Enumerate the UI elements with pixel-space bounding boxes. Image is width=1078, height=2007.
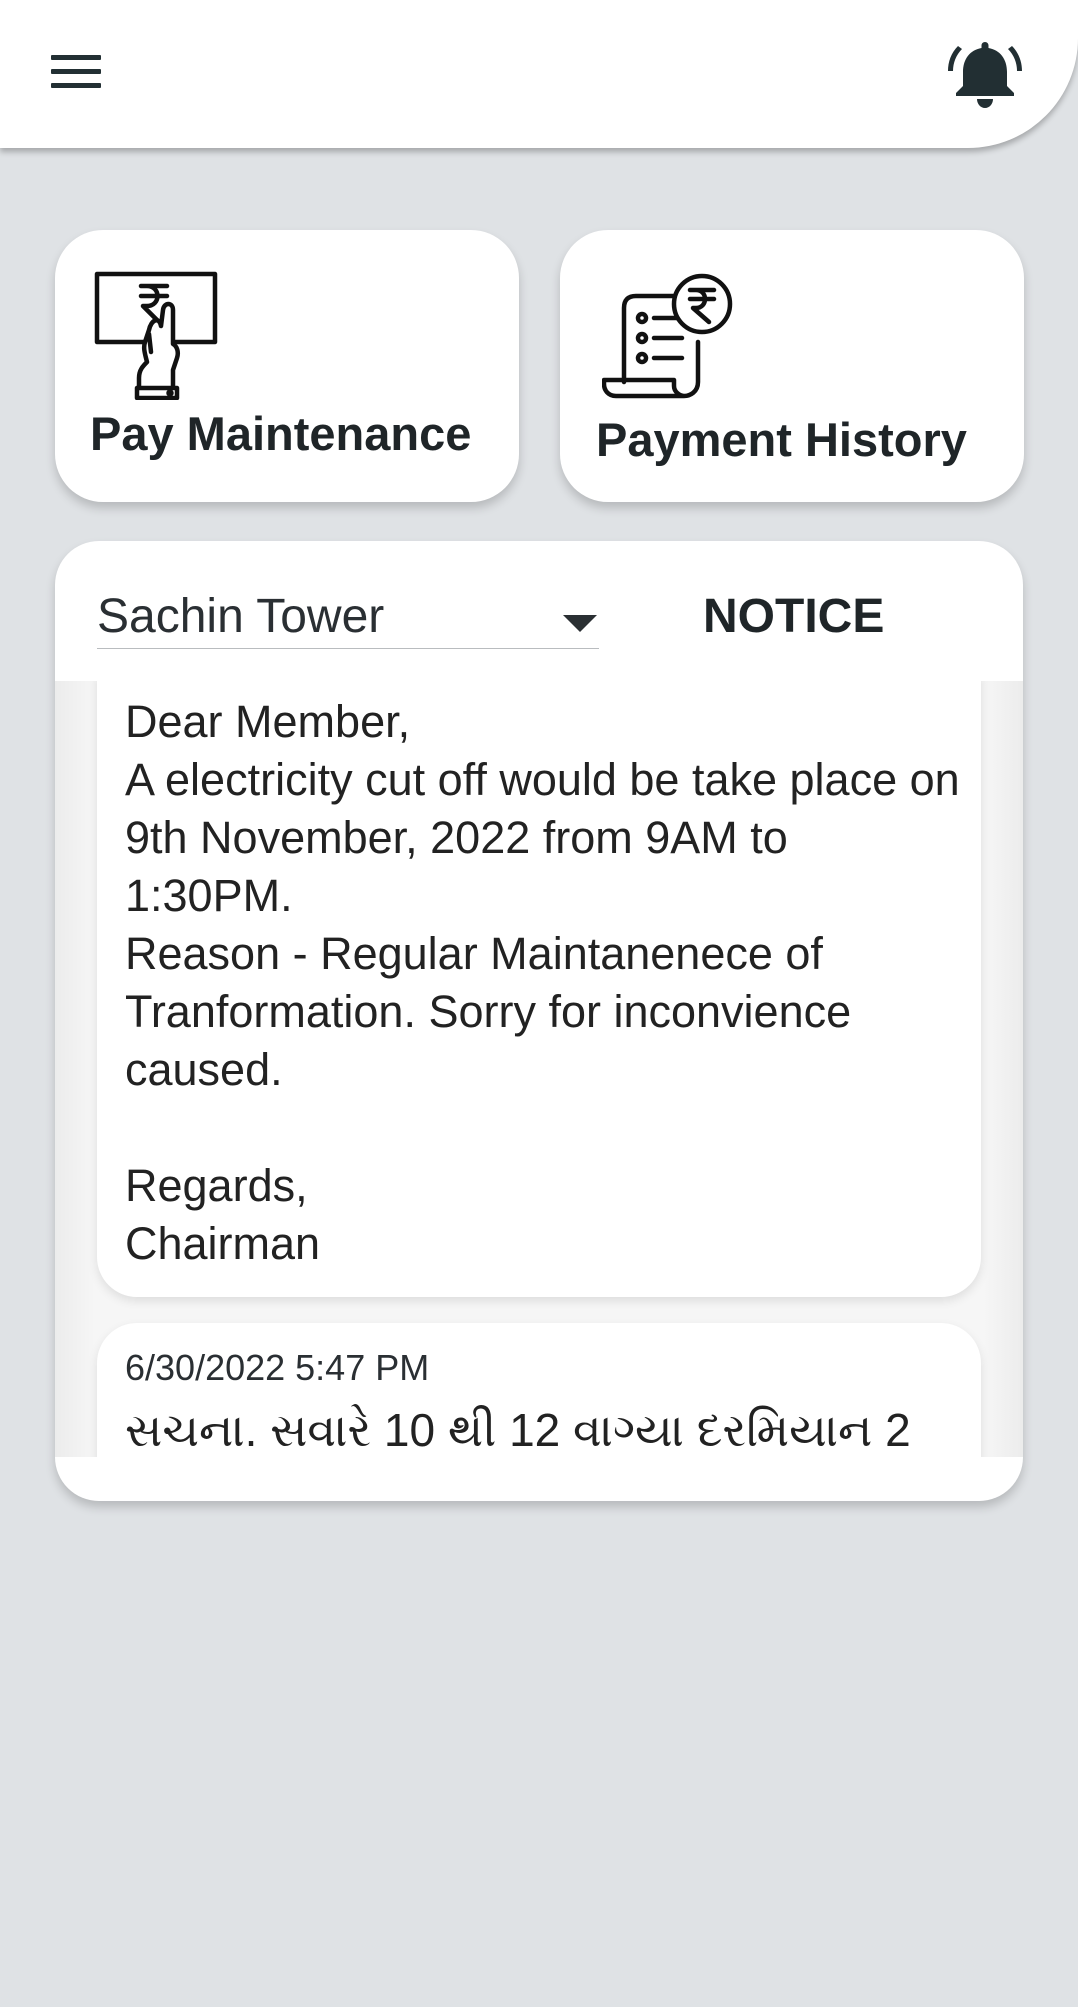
rupee-receipt-list-icon bbox=[601, 272, 742, 404]
pay-maintenance-label: Pay Maintenance bbox=[90, 407, 472, 460]
notice-preview: સચના. સવારે 10 થી 12 વાગ્યા દરમિયાન 2 bbox=[125, 1404, 911, 1456]
society-dropdown[interactable]: Sachin Tower bbox=[97, 587, 599, 649]
notice-heading: NOTICE bbox=[703, 590, 885, 643]
hamburger-menu-icon[interactable] bbox=[40, 46, 112, 96]
payment-history-label: Payment History bbox=[596, 413, 967, 466]
society-dropdown-value: Sachin Tower bbox=[97, 590, 385, 643]
rupee-bill-hand-icon bbox=[93, 270, 221, 401]
top-app-bar bbox=[0, 0, 1078, 148]
payment-history-button[interactable]: Payment History bbox=[560, 230, 1024, 502]
notice-panel: Sachin Tower NOTICE Dear Member, A elect… bbox=[55, 541, 1023, 1501]
notice-card[interactable]: Dear Member, A electricity cut off would… bbox=[97, 681, 981, 1297]
notice-date: 6/30/2022 5:47 PM bbox=[125, 1347, 430, 1388]
pay-maintenance-button[interactable]: Pay Maintenance bbox=[55, 230, 519, 502]
notice-body: Dear Member, A electricity cut off would… bbox=[125, 696, 960, 1269]
notice-list[interactable]: Dear Member, A electricity cut off would… bbox=[55, 681, 1023, 1457]
notification-bell-icon[interactable] bbox=[946, 36, 1024, 112]
notice-card[interactable]: 6/30/2022 5:47 PM સચના. સવારે 10 થી 12 વ… bbox=[97, 1323, 981, 1457]
chevron-down-icon bbox=[563, 615, 597, 632]
